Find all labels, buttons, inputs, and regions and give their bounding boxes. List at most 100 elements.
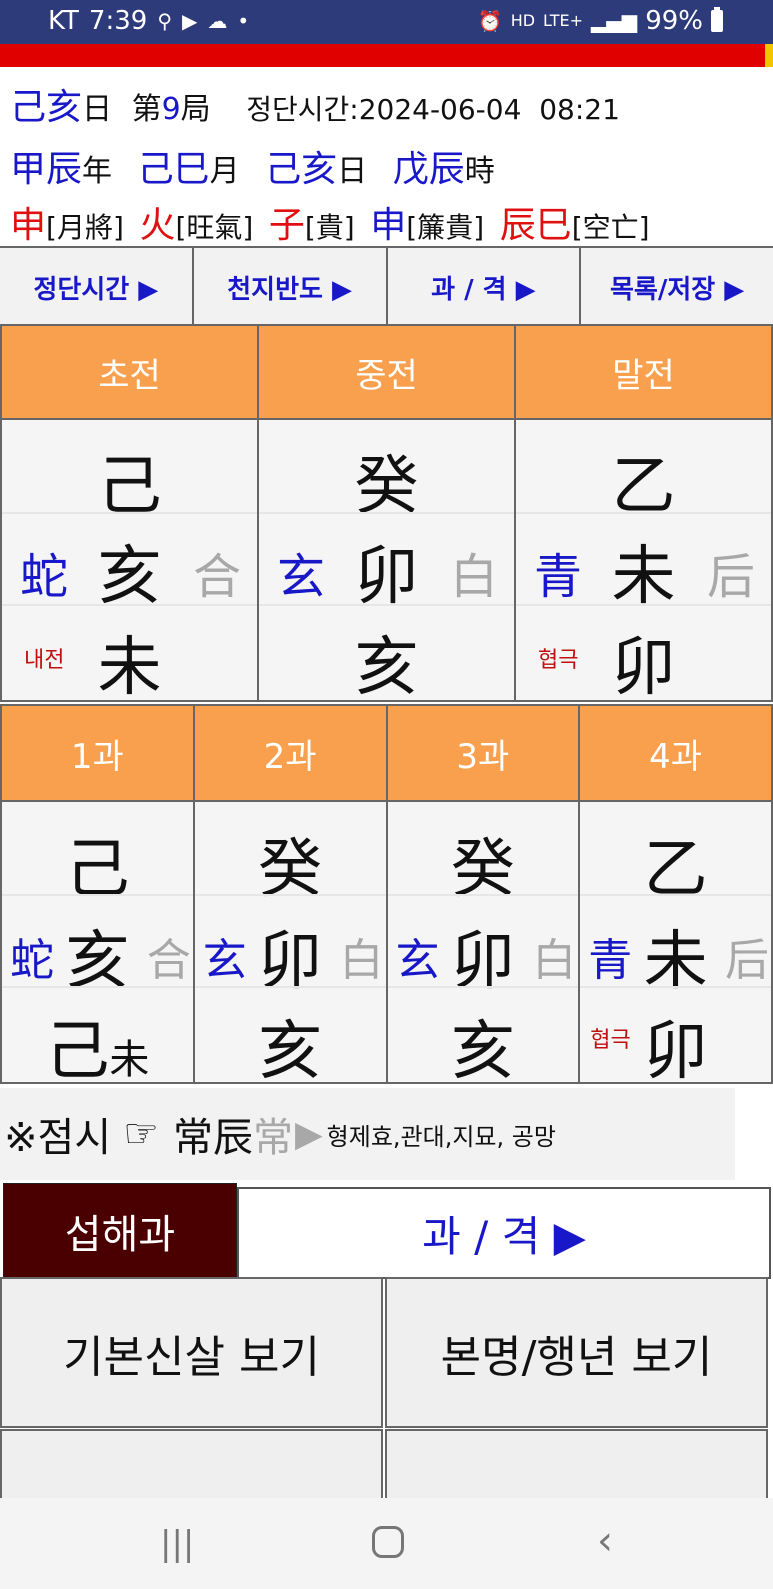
wolchang-label: [月將]	[46, 211, 124, 244]
cell-bottom-char: 卯	[643, 1015, 708, 1089]
sagwa-header-row: 1과 2과 3과 4과	[0, 704, 773, 802]
ryeomgwi-label: [簾貴]	[406, 211, 485, 244]
header-jungjeon: 중전	[259, 326, 516, 418]
sagwa-table: 1과 2과 3과 4과 己 蛇 亥 合 己未 癸 玄 卯 白 亥 癸 玄 卯 白…	[0, 704, 773, 1089]
chojeon-cell: 己 蛇 亥 合 내전 未	[2, 420, 259, 705]
maljeon-cell: 乙 青 未 后 협극 卯	[516, 420, 771, 705]
cloud-icon: ☁	[207, 9, 228, 33]
cell-bottom: 己未	[2, 1000, 193, 1092]
ryeomgwi-char: 申	[370, 205, 407, 246]
time-label: 정단시간:	[246, 93, 359, 126]
clock: 7:39	[88, 6, 148, 36]
battery-label: 99%	[645, 6, 703, 36]
gu-prefix: 第	[131, 92, 162, 127]
back-icon[interactable]: ‹	[597, 1518, 613, 1564]
gwa-4-cell: 乙 青 未 后 협극 卯	[580, 802, 771, 1089]
board-button[interactable]: 천지반도 ▶	[193, 248, 388, 326]
day-ganzhi-2: 己亥	[265, 149, 338, 190]
cell-top-char: 癸	[258, 833, 323, 907]
cell-general-right: 白	[449, 549, 498, 605]
cell-general-right: 合	[146, 935, 191, 986]
gwa-2-cell: 癸 玄 卯 白 亥	[194, 802, 388, 1089]
year-ganzhi: 甲辰	[10, 149, 83, 190]
status-bar: KT 7:39 ⚲ ▶ ☁ • ⏰ HD LTE+ ▂▄▆ 99%	[0, 0, 773, 44]
cell-bottom-suffix: 未	[109, 1037, 150, 1083]
network-label: LTE+	[543, 11, 584, 30]
cell-general-right: 白	[532, 935, 577, 986]
basic-sinsal-button[interactable]: 기본신살 보기	[0, 1277, 383, 1428]
header-line-2: 甲辰年 己巳月 己亥日 戊辰時	[10, 140, 495, 192]
dot-icon: •	[237, 9, 250, 33]
menu-bar: 정단시간 ▶ 천지반도 ▶ 과 / 격 ▶ 목록/저장 ▶	[0, 246, 773, 328]
system-nav-bar: ||| ‹	[0, 1498, 773, 1589]
signal-icon: ▂▄▆	[591, 9, 638, 33]
time-button[interactable]: 정단시간 ▶	[0, 248, 194, 326]
gwa-1-cell: 己 蛇 亥 合 己未	[2, 802, 195, 1089]
gongmang-char: 辰巳	[499, 205, 572, 246]
header-gwa-1: 1과	[2, 706, 195, 800]
header-chojeon: 초전	[2, 326, 259, 418]
cell-bottom-char: 卯	[611, 631, 676, 705]
cell-bottom-char: 己	[45, 1015, 110, 1089]
gwi-char: 子	[268, 205, 305, 246]
hour-suffix: 時	[464, 154, 495, 189]
gu-number: 9	[161, 92, 181, 127]
gu-suffix: 局	[180, 92, 211, 127]
cell-bottom-char: 未	[97, 631, 162, 705]
gwi-label: [貴]	[304, 211, 355, 244]
jungjeon-cell: 癸 玄 卯 白 亥	[259, 420, 516, 705]
alarm-icon: ⏰	[477, 9, 503, 33]
day-suffix: 日	[82, 92, 113, 127]
day-ganzhi: 己亥	[10, 87, 83, 128]
cell-bottom-char: 亥	[258, 1015, 323, 1089]
jeomsi-ghost: 常	[252, 1115, 293, 1161]
jeomsi-detail: 형제효,관대,지묘, 공망	[326, 1122, 556, 1151]
header-line-1: 己亥日 第9局 정단시간:2024-06-04 08:21	[10, 78, 620, 130]
gwa-gyeok-button[interactable]: 과 / 격 ▶	[387, 248, 582, 326]
cell-top-char: 己	[65, 833, 130, 907]
recent-apps-icon[interactable]: |||	[160, 1524, 194, 1564]
month-suffix: 月	[209, 154, 240, 189]
cell-general-right: 白	[339, 935, 384, 986]
year-suffix: 年	[82, 154, 113, 189]
action-grid: 기본신살 보기 본명/행년 보기	[0, 1277, 773, 1580]
sanjeon-header-row: 초전 중전 말전	[0, 324, 773, 420]
cell-general-right: 后	[725, 935, 769, 986]
jeomsi-row[interactable]: ※점시 ☞ 常辰常 ▶ 형제효,관대,지묘, 공망	[0, 1088, 735, 1180]
home-icon[interactable]	[372, 1526, 404, 1558]
bonmyeong-haengnyeon-button[interactable]: 본명/행년 보기	[385, 1277, 768, 1428]
header-gwa-2: 2과	[195, 706, 388, 800]
wolchang-char: 申	[10, 205, 47, 246]
month-ganzhi: 己巳	[137, 149, 210, 190]
youtube-icon: ▶	[181, 9, 198, 33]
header-maljeon: 말전	[612, 355, 675, 396]
carrier-label: KT	[48, 6, 79, 36]
gwa-3-cell: 癸 玄 卯 白 亥	[387, 802, 581, 1089]
sanjeon-cells: 己 蛇 亥 合 내전 未 癸 玄 卯 白 亥 乙 青 未 后 협극 卯	[0, 420, 773, 705]
list-save-button[interactable]: 목록/저장 ▶	[581, 248, 773, 326]
hd-badge: HD	[510, 11, 536, 30]
gwa-type-badge: 섭해과	[3, 1183, 237, 1279]
sanjeon-table: 초전 중전 말전 己 蛇 亥 合 내전 未 癸 玄 卯 白 亥 乙 青 未 后 …	[0, 324, 773, 705]
jeomsi-label: ※점시	[4, 1115, 112, 1161]
hour-ganzhi: 戊辰	[392, 149, 465, 190]
jeomsi-arrow-icon: ▶	[294, 1113, 323, 1155]
cell-top-char: 癸	[450, 833, 515, 907]
cell-bottom-char: 亥	[450, 1015, 515, 1089]
header-gwa-3: 3과	[388, 706, 581, 800]
header-line-3: 申[月將] 火[旺氣] 子[貴] 申[簾貴] 辰巳[空亡]	[10, 196, 650, 248]
cell-general-right: 后	[706, 549, 755, 605]
wanggi-char: 火	[139, 205, 176, 246]
cell-general-right: 合	[192, 549, 241, 605]
cell-top-char: 乙	[643, 833, 708, 907]
header-gwa-4: 4과	[649, 736, 703, 777]
battery-icon	[711, 7, 723, 32]
day-suffix-2: 日	[337, 154, 368, 189]
pointing-hand-icon: ☞	[123, 1111, 159, 1157]
jeomsi-value: 常辰	[172, 1115, 253, 1161]
search-icon: ⚲	[157, 9, 172, 33]
app-top-bar	[0, 44, 773, 67]
cell-bottom-char: 亥	[354, 631, 419, 705]
sagwa-cells: 己 蛇 亥 合 己未 癸 玄 卯 白 亥 癸 玄 卯 白 亥 乙 青 未 后 협…	[0, 802, 773, 1089]
gwa-gyeok-large-button[interactable]: 과 / 격 ▶	[237, 1187, 771, 1279]
